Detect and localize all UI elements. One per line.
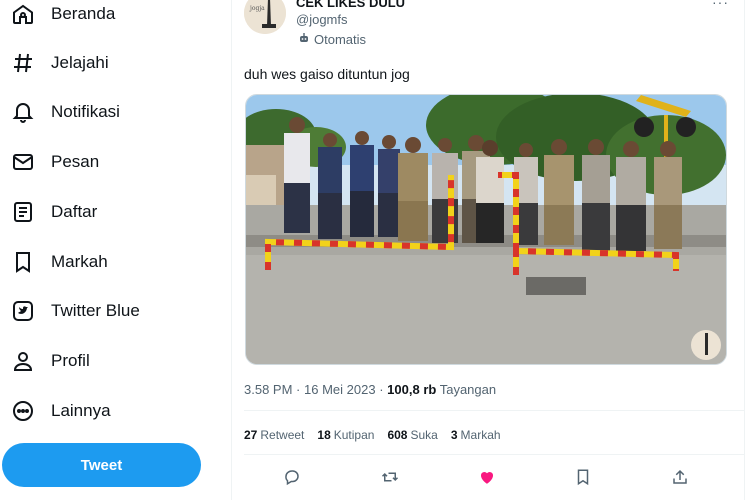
sidebar-item-label: Pesan xyxy=(51,152,100,171)
divider xyxy=(244,454,744,455)
person-icon xyxy=(10,348,36,374)
like-stat[interactable]: 608 Suka xyxy=(387,428,437,442)
tweet-text: duh wes gaiso dituntun jog xyxy=(244,66,410,82)
tweet-timestamp[interactable]: 3.58 PM · 16 Mei 2023 · 100,8 rb Tayanga… xyxy=(244,382,496,397)
share-icon[interactable] xyxy=(669,466,691,488)
views-label: Tayangan xyxy=(439,382,497,397)
tweet-time: 3.58 PM xyxy=(244,382,293,397)
meta-separator: · xyxy=(296,382,301,397)
mail-icon xyxy=(10,149,36,175)
sidebar-item-label: Twitter Blue xyxy=(51,301,140,320)
views-count: 100,8 rb xyxy=(387,382,437,397)
bookmark-icon[interactable] xyxy=(572,466,594,488)
column-divider-right xyxy=(744,0,745,500)
sidebar-item-label: Lainnya xyxy=(51,401,111,420)
divider xyxy=(244,410,744,411)
hashtag-icon xyxy=(10,50,36,76)
automated-badge: Otomatis xyxy=(298,32,366,47)
sidebar-item-label: Jelajahi xyxy=(51,53,109,72)
tweet-date: 16 Mei 2023 xyxy=(304,382,376,397)
sidebar-item-label: Beranda xyxy=(51,4,116,23)
robot-icon xyxy=(298,32,310,47)
tweet-button[interactable]: Tweet xyxy=(2,443,201,487)
sidebar-nav: Beranda Jelajahi Notifikasi Pesan Daftar… xyxy=(0,0,231,500)
automated-label: Otomatis xyxy=(314,32,367,47)
retweet-stat[interactable]: 27 Retweet xyxy=(244,428,304,442)
home-icon xyxy=(10,1,36,27)
tweet-actions xyxy=(244,466,744,490)
bookmark-icon xyxy=(10,249,36,275)
retweet-icon[interactable] xyxy=(379,466,401,488)
bell-icon xyxy=(10,99,36,125)
display-name[interactable]: CEK LIKES DULU xyxy=(296,0,405,10)
sidebar-item-label: Notifikasi xyxy=(51,102,120,121)
user-handle[interactable]: @jogmfs xyxy=(296,12,348,27)
sidebar-item-label: Daftar xyxy=(51,202,98,221)
meta-separator: · xyxy=(379,382,384,397)
more-circle-icon xyxy=(10,398,36,424)
svg-text:jogja: jogja xyxy=(249,5,265,12)
more-options-icon[interactable]: ··· xyxy=(712,0,729,10)
quote-stat[interactable]: 18 Kutipan xyxy=(317,428,374,442)
twitter-blue-icon xyxy=(10,298,36,324)
list-icon xyxy=(10,199,36,225)
reply-icon[interactable] xyxy=(281,466,303,488)
like-icon[interactable] xyxy=(476,466,498,488)
bookmark-stat[interactable]: 3 Markah xyxy=(451,428,501,442)
sidebar-item-label: Markah xyxy=(51,252,108,271)
engagement-stats: 27 Retweet 18 Kutipan 608 Suka 3 Markah xyxy=(244,428,514,442)
sidebar-item-label: Profil xyxy=(51,351,90,370)
tweet-photo[interactable] xyxy=(245,94,727,365)
column-divider xyxy=(231,0,232,500)
avatar[interactable]: jogja xyxy=(244,0,286,34)
